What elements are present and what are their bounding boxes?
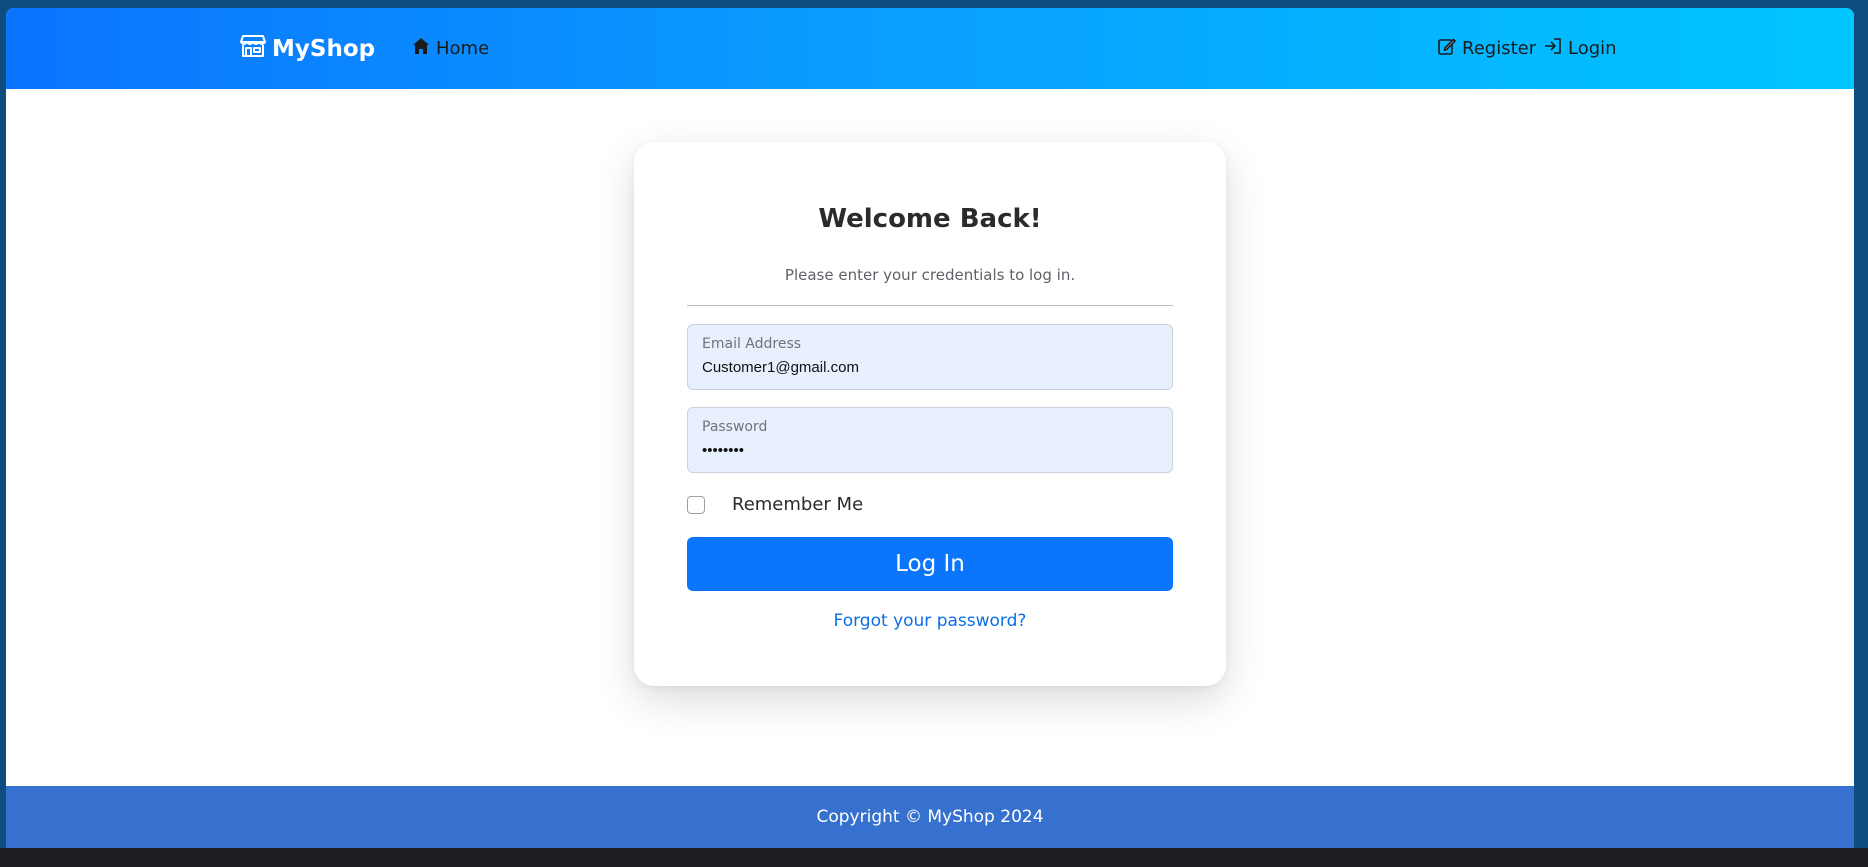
remember-me-row[interactable]: Remember Me xyxy=(687,494,863,515)
nav-login-label: Login xyxy=(1568,38,1617,59)
email-label: Email Address xyxy=(702,336,802,352)
email-field[interactable]: Email Address xyxy=(687,324,1173,390)
house-icon xyxy=(412,37,430,60)
remember-me-checkbox[interactable] xyxy=(687,495,705,514)
remember-me-label[interactable]: Remember Me xyxy=(732,494,863,515)
copyright-text: Copyright © MyShop 2024 xyxy=(816,807,1044,827)
store-icon xyxy=(240,34,266,64)
page-footer: Copyright © MyShop 2024 xyxy=(6,786,1854,848)
nav-register-label: Register xyxy=(1462,38,1537,59)
nav-register-link[interactable]: Register xyxy=(1438,37,1536,60)
login-title: Welcome Back! xyxy=(818,204,1042,234)
top-navbar: MyShop Home Register Login xyxy=(6,8,1854,89)
password-input[interactable] xyxy=(702,442,1158,459)
login-card: Welcome Back! Please enter your credenti… xyxy=(634,142,1226,686)
nav-home-label: Home xyxy=(436,38,490,59)
login-subtitle: Please enter your credentials to log in. xyxy=(784,266,1076,284)
browser-window: MyShop Home Register Login Welcome Back!… xyxy=(6,8,1854,848)
login-icon xyxy=(1544,37,1562,60)
divider xyxy=(687,305,1173,306)
password-label: Password xyxy=(702,419,768,435)
edit-icon xyxy=(1438,37,1457,60)
password-field[interactable]: Password xyxy=(687,407,1173,473)
taskbar xyxy=(0,848,1868,867)
login-button[interactable]: Log In xyxy=(687,537,1173,591)
brand-link[interactable]: MyShop xyxy=(240,34,375,64)
brand-name: MyShop xyxy=(272,36,376,62)
nav-login-link[interactable]: Login xyxy=(1544,37,1617,60)
forgot-password-link[interactable]: Forgot your password? xyxy=(634,611,1226,631)
email-input[interactable] xyxy=(702,359,1158,376)
nav-home-link[interactable]: Home xyxy=(412,37,489,60)
